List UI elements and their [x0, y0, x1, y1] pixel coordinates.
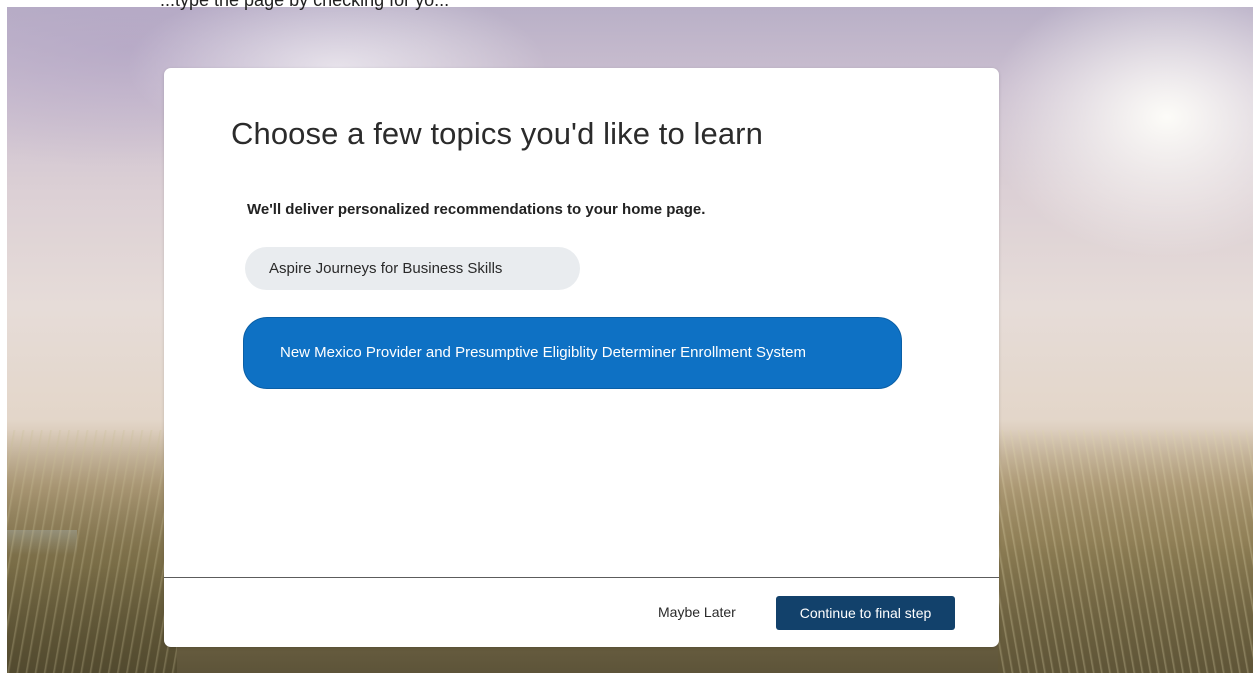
- topic-chip-label: New Mexico Provider and Presumptive Elig…: [280, 344, 807, 361]
- dialog-title: Choose a few topics you'd like to learn: [231, 116, 763, 151]
- background-grass-left: [7, 430, 177, 673]
- topics-dialog: Choose a few topics you'd like to learn …: [164, 68, 999, 647]
- maybe-later-link[interactable]: Maybe Later: [658, 604, 736, 620]
- page: ...type the page by checking for yo... C…: [0, 0, 1253, 673]
- background-grass-right: [998, 430, 1253, 673]
- dialog-subtitle: We'll deliver personalized recommendatio…: [247, 201, 706, 218]
- topic-chip-label: Aspire Journeys for Business Skills: [269, 260, 503, 277]
- topic-chip-new-mexico-provider[interactable]: New Mexico Provider and Presumptive Elig…: [243, 317, 902, 389]
- topic-chip-aspire-journeys[interactable]: Aspire Journeys for Business Skills: [245, 247, 580, 290]
- continue-button[interactable]: Continue to final step: [776, 596, 955, 630]
- top-partial-caption: ...type the page by checking for yo...: [160, 0, 450, 10]
- footer-divider: [164, 577, 999, 578]
